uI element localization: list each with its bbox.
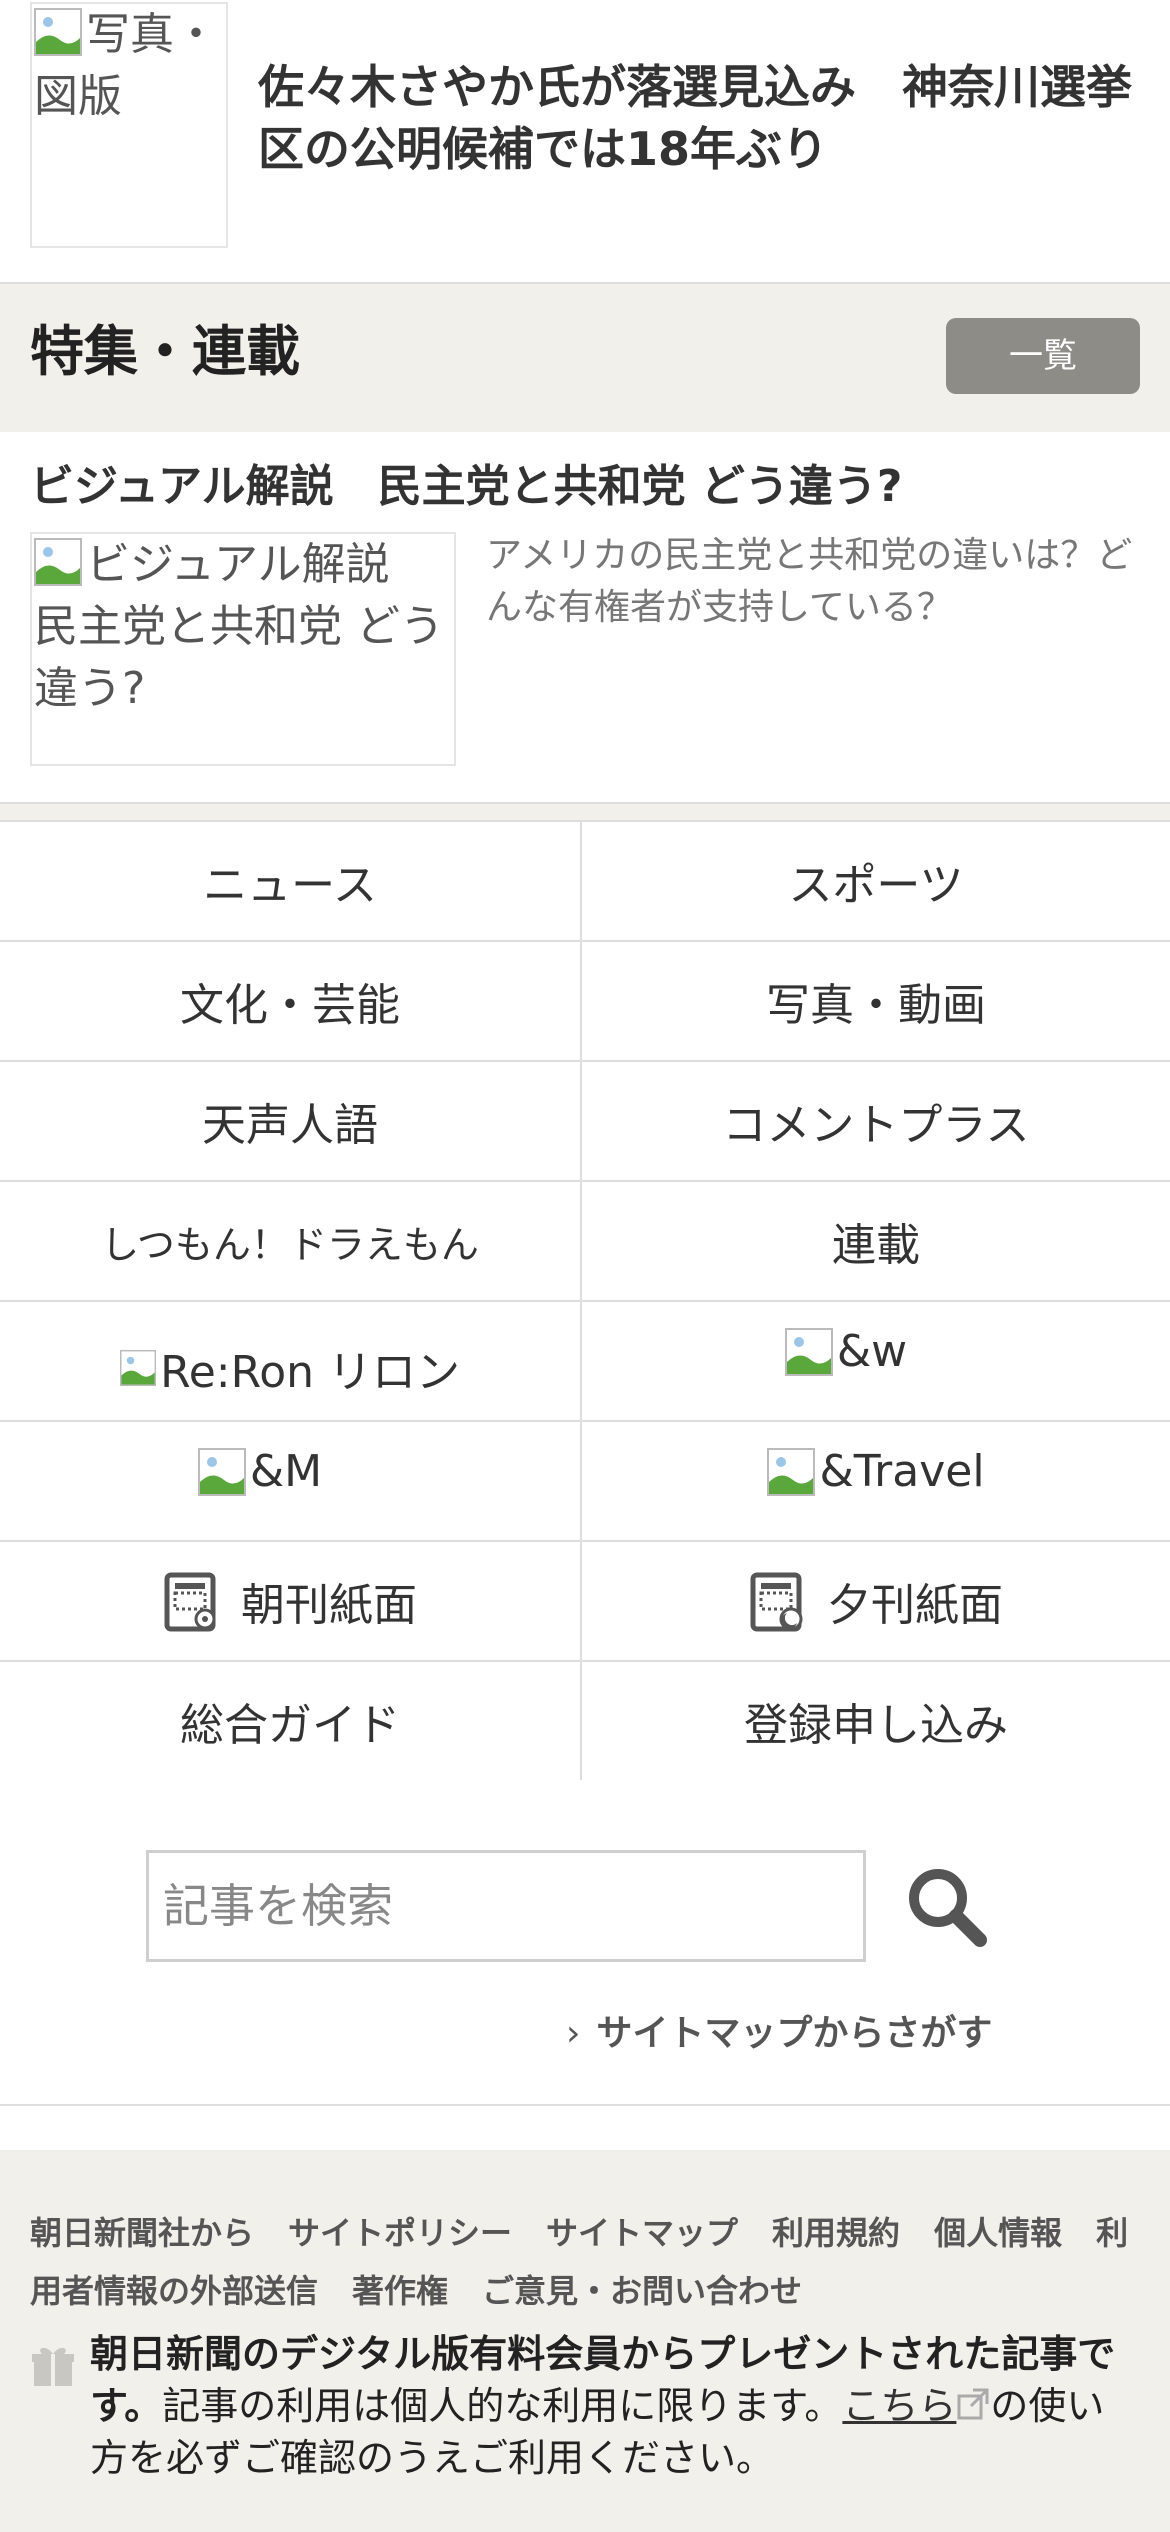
broken-image-icon (34, 8, 82, 56)
morning-paper-icon (164, 1572, 216, 1632)
nav-guide[interactable]: 総合ガイド (0, 1662, 582, 1782)
broken-image-icon (767, 1447, 816, 1496)
list-button[interactable]: 一覧 (946, 318, 1140, 394)
footer-link[interactable]: サイトポリシー (288, 2214, 512, 2252)
search-input[interactable] (146, 1850, 866, 1962)
gift-notice-text: 朝日新聞のデジタル版有料会員からプレゼントされた記事です。記事の利用は個人的な利… (90, 2328, 1130, 2484)
nav-and-w[interactable]: &w (582, 1302, 1170, 1422)
broken-image-icon (784, 1327, 833, 1376)
section-heading: 特集・連載 (30, 320, 300, 383)
nav-tensei-jingo[interactable]: 天声人語 (0, 1062, 582, 1182)
gift-notice-text-1: 記事の利用は個人的な利用に限ります。 (162, 2384, 843, 2428)
article-title[interactable]: 佐々木さやか氏が落選見込み 神奈川選挙区の公明候補では18年ぶり (258, 56, 1138, 180)
nav-and-m[interactable]: &M (0, 1422, 582, 1542)
gift-icon (32, 2347, 74, 2386)
here-link[interactable]: こちら (842, 2384, 956, 2428)
divider (0, 802, 1170, 820)
footer-link[interactable]: 利用規約 (772, 2214, 900, 2252)
chevron-right-icon: › (566, 2013, 581, 2054)
footer-link[interactable]: 朝日新聞社から (30, 2214, 254, 2252)
sitemap-link[interactable]: › サイトマップからさがす (566, 2008, 992, 2060)
external-link-icon (957, 2388, 989, 2420)
divider (0, 2104, 1170, 2150)
feature-title[interactable]: ビジュアル解説 民主党と共和党 どう違う? (30, 456, 1150, 518)
nav-series[interactable]: 連載 (582, 1182, 1170, 1302)
nav-comment-plus[interactable]: コメントプラス (582, 1062, 1170, 1182)
footer-links: 朝日新聞社から サイトポリシー サイトマップ 利用規約 個人情報 利用者情報の外部送信 著作… (30, 2204, 1150, 2312)
nav-morning-paper-label: 朝刊紙面 (241, 1580, 417, 1631)
sitemap-link-label: サイトマップからさがす (596, 2013, 993, 2054)
broken-image-icon (34, 538, 82, 586)
footer: 朝日新聞社から サイトポリシー サイトマップ 利用規約 個人情報 利用者情報の外部送信 著作… (0, 2150, 1170, 2532)
nav-sports[interactable]: スポーツ (582, 822, 1170, 942)
gift-article-notice: 朝日新聞のデジタル版有料会員からプレゼントされた記事です。記事の利用は個人的な利… (0, 2310, 1170, 2532)
evening-paper-icon (750, 1572, 803, 1632)
article-thumbnail[interactable]: 写真・図版 (30, 2, 228, 248)
nav-doraemon[interactable]: しつもん！ドラえもん (0, 1182, 582, 1302)
footer-link[interactable]: 個人情報 (934, 2214, 1062, 2252)
nav-morning-paper[interactable]: 朝刊紙面 (0, 1542, 582, 1662)
nav-and-m-label: &M (249, 1446, 323, 1497)
nav-reron-label: Re:Ron リロン (160, 1347, 460, 1398)
nav-evening-paper-label: 夕刊紙面 (827, 1580, 1003, 1631)
nav-and-w-label: &w (836, 1326, 908, 1377)
thumbnail-alt-text: ビジュアル解説 民主党と共和党 どう違う? (34, 539, 444, 714)
footer-link[interactable]: ご意見・お問い合わせ (482, 2272, 802, 2310)
feature-section-header: 特集・連載 一覧 (0, 284, 1170, 432)
broken-image-icon (120, 1349, 157, 1387)
footer-link[interactable]: サイトマップ (546, 2214, 738, 2252)
nav-photo-video[interactable]: 写真・動画 (582, 942, 1170, 1062)
nav-culture[interactable]: 文化・芸能 (0, 942, 582, 1062)
feature-thumbnail[interactable]: ビジュアル解説 民主党と共和党 どう違う? (30, 532, 456, 766)
broken-image-icon (197, 1447, 246, 1496)
nav-news[interactable]: ニュース (0, 822, 582, 942)
search-icon[interactable] (900, 1860, 996, 1956)
section-nav-grid: ニュース スポーツ 文化・芸能 写真・動画 天声人語 コメントプラス しつもん！… (0, 820, 1170, 1782)
nav-evening-paper[interactable]: 夕刊紙面 (582, 1542, 1170, 1662)
nav-and-travel-label: &Travel (819, 1446, 985, 1497)
nav-and-travel[interactable]: &Travel (582, 1422, 1170, 1542)
search-area: › サイトマップからさがす (0, 1780, 1170, 2104)
feature-card[interactable]: ビジュアル解説 民主党と共和党 どう違う? ビジュアル解説 民主党と共和党 どう… (0, 432, 1170, 802)
feature-description: アメリカの民主党と共和党の違いは？どんな有権者が支持している？ (486, 535, 1133, 628)
top-article[interactable]: 写真・図版 佐々木さやか氏が落選見込み 神奈川選挙区の公明候補では18年ぶり (0, 0, 1170, 282)
footer-link[interactable]: 著作権 (352, 2272, 448, 2310)
nav-register[interactable]: 登録申し込み (582, 1662, 1170, 1782)
nav-reron[interactable]: Re:Ron リロン (0, 1302, 582, 1422)
